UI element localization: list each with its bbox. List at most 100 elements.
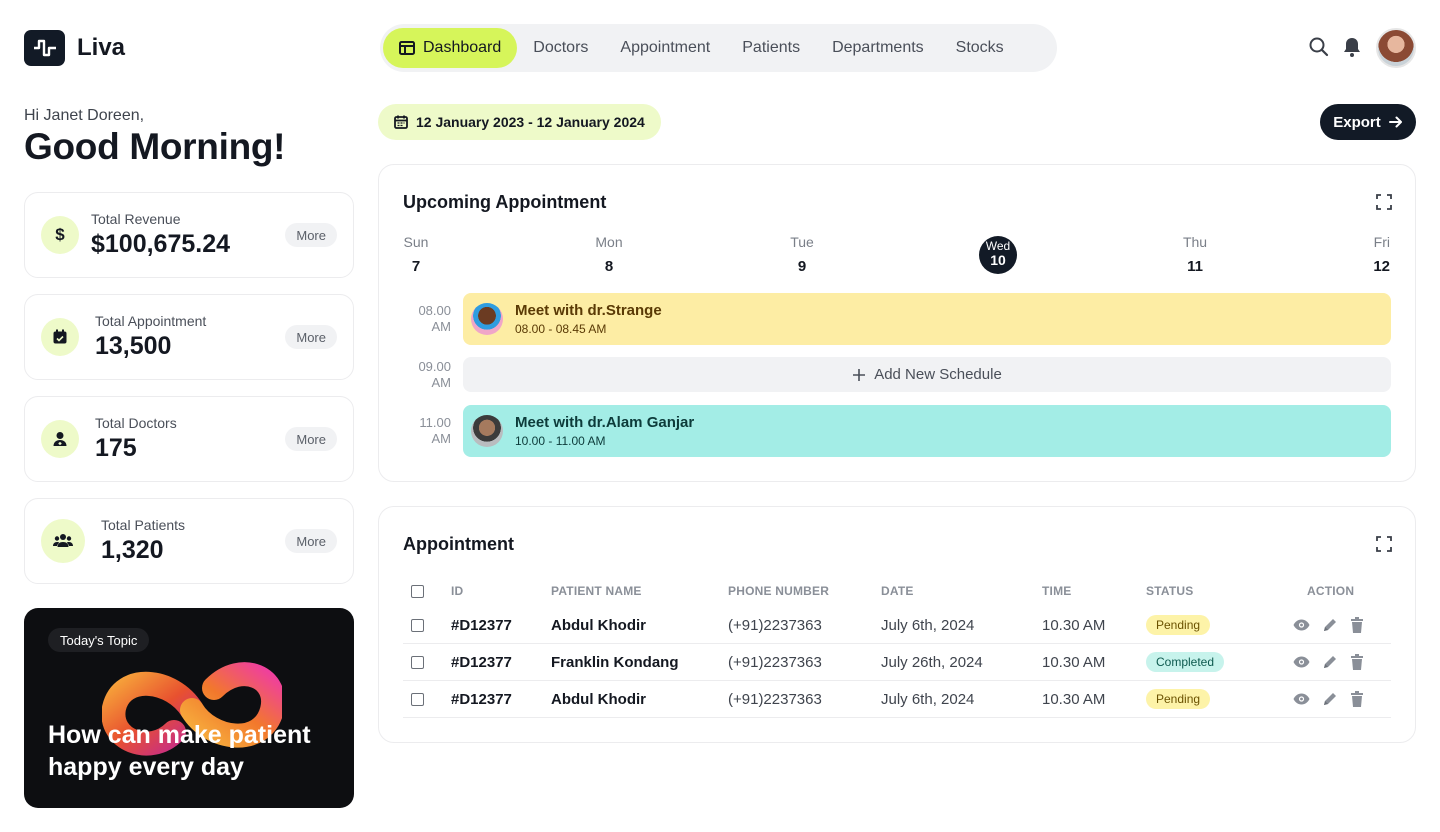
bell-icon[interactable]: [1342, 36, 1362, 58]
search-icon[interactable]: [1308, 36, 1330, 58]
day-date: 7: [411, 258, 421, 275]
stat-card-revenue: $ Total Revenue $100,675.24 More: [24, 192, 354, 278]
event-title: Meet with dr.Strange: [515, 302, 662, 319]
page-title: Good Morning!: [24, 126, 286, 167]
cell-phone: (+91)2237363: [728, 690, 822, 708]
day-name: Tue: [790, 234, 814, 250]
top-nav: Dashboard Doctors Appointment Patients D…: [380, 24, 1057, 72]
col-patient-name[interactable]: PATIENT NAME: [551, 584, 642, 598]
day-wed-selected[interactable]: Wed 10: [979, 236, 1017, 274]
stat-value: 1,320: [101, 536, 164, 564]
stat-value: $100,675.24: [91, 230, 231, 258]
more-button[interactable]: More: [285, 427, 337, 451]
nav-departments[interactable]: Departments: [816, 28, 940, 68]
cell-date: July 6th, 2024: [881, 690, 975, 708]
add-schedule-button[interactable]: Add New Schedule: [463, 357, 1391, 392]
time-label: 08.00 AM: [418, 303, 451, 334]
delete-icon[interactable]: [1350, 691, 1364, 707]
col-date[interactable]: DATE: [881, 584, 914, 598]
topic-title: How can make patient happy every day: [48, 721, 311, 781]
cell-date: July 6th, 2024: [881, 616, 975, 634]
more-button[interactable]: More: [285, 325, 337, 349]
calendar-check-icon: [41, 318, 79, 356]
cell-time: 10.30 AM: [1042, 653, 1106, 671]
select-all-checkbox[interactable]: [411, 585, 424, 603]
event-time: 08.00 - 08.45 AM: [515, 322, 607, 336]
greeting-text: Hi Janet Doreen,: [24, 107, 145, 124]
col-time[interactable]: TIME: [1042, 584, 1071, 598]
table-row[interactable]: #D12377 Franklin Kondang (+91)2237363 Ju…: [403, 644, 1391, 681]
dashboard-icon: [399, 41, 415, 55]
cell-time: 10.30 AM: [1042, 690, 1106, 708]
status-badge: Pending: [1146, 689, 1211, 709]
event-title: Meet with dr.Alam Ganjar: [515, 414, 695, 431]
plus-icon: [853, 368, 866, 381]
cell-id: #D12377: [451, 616, 512, 634]
row-checkbox[interactable]: [411, 692, 424, 706]
col-status[interactable]: STATUS: [1146, 584, 1193, 598]
day-sun[interactable]: Sun 7: [386, 234, 446, 275]
delete-icon[interactable]: [1350, 654, 1364, 670]
cell-id: #D12377: [451, 690, 512, 708]
row-checkbox[interactable]: [411, 618, 424, 632]
col-action: ACTION: [1307, 584, 1355, 598]
nav-doctors[interactable]: Doctors: [517, 28, 604, 68]
nav-dashboard[interactable]: Dashboard: [383, 28, 518, 68]
day-date: 8: [604, 258, 614, 275]
stat-label: Total Doctors: [95, 415, 177, 431]
day-fri[interactable]: Fri 12: [1352, 234, 1390, 275]
day-date: 9: [797, 258, 807, 275]
day-tue[interactable]: Tue 9: [772, 234, 832, 275]
users-icon: [41, 519, 85, 563]
add-schedule-label: Add New Schedule: [874, 366, 1002, 383]
logo-icon: [24, 30, 65, 66]
edit-icon[interactable]: [1322, 617, 1338, 633]
date-range-picker[interactable]: 12 January 2023 - 12 January 2024: [378, 104, 661, 140]
more-button[interactable]: More: [285, 529, 337, 553]
cell-date: July 26th, 2024: [881, 653, 983, 671]
doctor-icon: [41, 420, 79, 458]
view-icon[interactable]: [1293, 656, 1310, 668]
day-date: 10: [990, 252, 1006, 268]
view-icon[interactable]: [1293, 619, 1310, 631]
day-thu[interactable]: Thu 11: [1165, 234, 1225, 275]
calendar-icon: [394, 115, 408, 129]
day-date: 11: [1187, 258, 1203, 275]
event-card[interactable]: Meet with dr.Strange 08.00 - 08.45 AM: [463, 293, 1391, 345]
cell-name: Franklin Kondang: [551, 653, 679, 671]
export-button[interactable]: Export: [1320, 104, 1416, 140]
stat-card-doctors: Total Doctors 175 More: [24, 396, 354, 482]
day-name: Sun: [403, 234, 429, 250]
app-name: Liva: [77, 34, 126, 61]
stat-card-patients: Total Patients 1,320 More: [24, 498, 354, 584]
delete-icon[interactable]: [1350, 617, 1364, 633]
more-button[interactable]: More: [285, 223, 337, 247]
expand-icon[interactable]: [1376, 194, 1392, 215]
arrow-right-icon: [1388, 116, 1402, 128]
dollar-icon: $: [41, 216, 79, 254]
brand[interactable]: Liva: [24, 30, 125, 66]
edit-icon[interactable]: [1322, 654, 1338, 670]
row-checkbox[interactable]: [411, 655, 424, 669]
event-card[interactable]: Meet with dr.Alam Ganjar 10.00 - 11.00 A…: [463, 405, 1391, 457]
cell-phone: (+91)2237363: [728, 616, 822, 634]
day-mon[interactable]: Mon 8: [579, 234, 639, 275]
expand-icon[interactable]: [1376, 536, 1392, 557]
table-row[interactable]: #D12377 Abdul Khodir (+91)2237363 July 6…: [403, 681, 1391, 718]
col-id[interactable]: ID: [451, 584, 463, 598]
col-phone[interactable]: PHONE NUMBER: [728, 584, 829, 598]
day-name: Thu: [1182, 234, 1208, 250]
view-icon[interactable]: [1293, 693, 1310, 705]
user-avatar[interactable]: [1376, 28, 1416, 68]
nav-patients[interactable]: Patients: [726, 28, 816, 68]
upcoming-title: Upcoming Appointment: [403, 192, 607, 212]
stat-value: 13,500: [95, 332, 172, 360]
stat-label: Total Patients: [101, 517, 186, 533]
nav-label: Dashboard: [423, 39, 502, 56]
edit-icon[interactable]: [1322, 691, 1338, 707]
table-row[interactable]: #D12377 Abdul Khodir (+91)2237363 July 6…: [403, 607, 1391, 644]
nav-appointment[interactable]: Appointment: [604, 28, 726, 68]
date-range-text: 12 January 2023 - 12 January 2024: [416, 114, 645, 130]
nav-stocks[interactable]: Stocks: [940, 28, 1020, 68]
event-time: 10.00 - 11.00 AM: [515, 434, 606, 448]
